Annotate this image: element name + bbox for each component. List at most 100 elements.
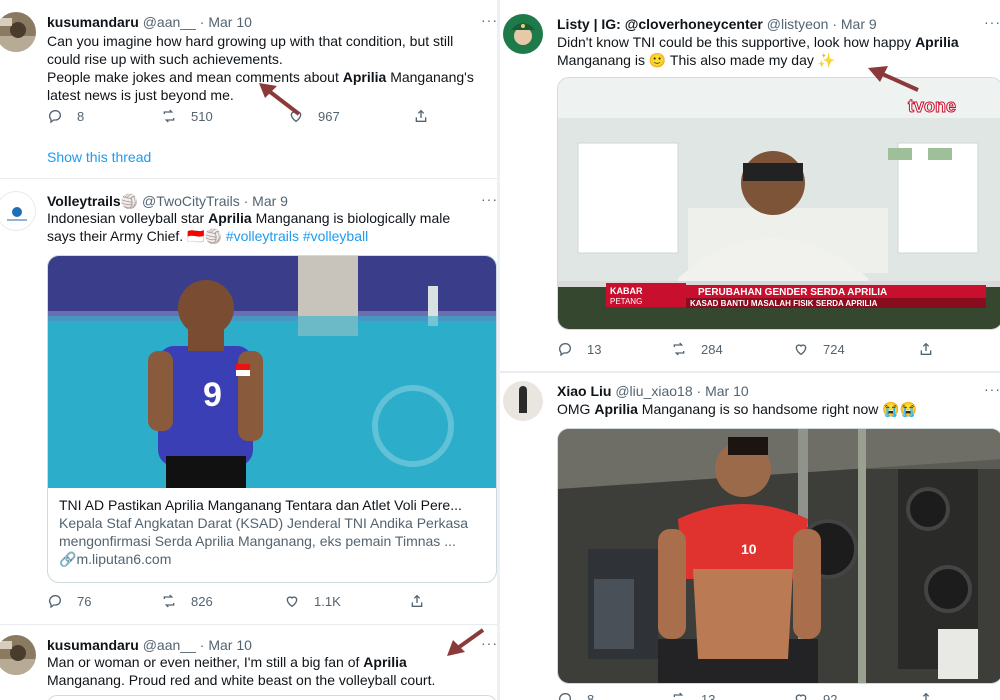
author-name[interactable]: kusumandaru [47, 637, 139, 653]
reply-icon [49, 595, 61, 609]
tweet-date[interactable]: Mar 10 [208, 637, 252, 653]
tweet-actions: 8 13 92 [557, 691, 948, 700]
tweet-text: Indonesian volleyball star Aprilia Manga… [47, 209, 497, 245]
tweet-actions: 76 826 1.1K [47, 593, 439, 609]
banner-brand: PETANG [610, 297, 642, 306]
retweet-button[interactable]: 284 [671, 341, 793, 357]
tweet-kusumandaru-1[interactable]: kusumandaru @aan__ · Mar 10 ··· Can you … [0, 0, 497, 180]
tweet-date[interactable]: Mar 9 [841, 16, 877, 32]
tweet-header: kusumandaru @aan__ · Mar 10 [47, 13, 252, 31]
heart-icon [795, 344, 807, 356]
retweet-button[interactable]: 826 [161, 593, 284, 609]
tweet-text-line: Manganang. Proud red and white beast on … [47, 672, 436, 688]
tweet-text: Didn't know TNI could be this supportive… [557, 33, 997, 69]
like-button[interactable]: 967 [288, 108, 413, 124]
tweet-actions: 13 284 724 [557, 341, 948, 357]
tvone-logo: tvone [908, 96, 956, 116]
show-thread-link[interactable]: Show this thread [47, 149, 151, 165]
more-options-icon[interactable]: ··· [984, 381, 1000, 397]
author-handle[interactable]: @aan__ [143, 637, 196, 653]
share-icon [922, 692, 930, 700]
reply-button[interactable]: 8 [557, 691, 671, 700]
retweet-count: 826 [191, 593, 213, 609]
tweet-image-media[interactable]: 10 [557, 428, 1000, 684]
tweet-video-media[interactable]: KABAR PETANG PERUBAHAN GENDER SERDA APRI… [557, 77, 1000, 330]
author-name[interactable]: kusumandaru [47, 14, 139, 30]
like-button[interactable]: 1.1K [284, 593, 409, 609]
tweet-text-line: says their Army Chief. 🇮🇩🏐 #volleytrails… [47, 228, 369, 244]
banner-headline: PERUBAHAN GENDER SERDA APRILIA [698, 287, 887, 298]
tweet-header: Listy | IG: @cloverhoneycenter @listyeon… [557, 15, 877, 33]
left-timeline-column: kusumandaru @aan__ · Mar 10 ··· Can you … [0, 0, 497, 700]
next-card-edge [47, 695, 497, 700]
share-icon [411, 594, 423, 607]
retweet-count: 284 [701, 341, 723, 357]
tweet-volleytrails[interactable]: Volleytrails🏐 @TwoCityTrails · Mar 9 ···… [0, 179, 497, 624]
share-icon [415, 109, 427, 122]
separator-dot: · [832, 16, 837, 32]
avatar[interactable] [0, 12, 36, 52]
tweet-actions: 8 510 967 [47, 108, 443, 124]
jersey-number: 9 [203, 376, 222, 414]
right-timeline-column: Listy | IG: @cloverhoneycenter @listyeon… [497, 0, 1000, 700]
like-button[interactable]: 724 [793, 341, 918, 357]
author-handle[interactable]: @listyeon [767, 16, 829, 32]
like-count: 967 [318, 108, 340, 124]
tweet-text-line: Indonesian volleyball star Aprilia Manga… [47, 210, 451, 226]
author-handle[interactable]: @TwoCityTrails [142, 193, 240, 209]
tweet-kusumandaru-2[interactable]: kusumandaru @aan__ · Mar 10 ··· Man or w… [0, 625, 497, 700]
more-options-icon[interactable]: ··· [481, 191, 497, 207]
author-name[interactable]: Listy | IG: @cloverhoneycenter [557, 16, 763, 32]
reply-icon [559, 693, 571, 700]
tweet-text: OMG Aprilia Manganang is so handsome rig… [557, 400, 997, 418]
smile-emoji: 🙂 [648, 52, 667, 68]
retweet-icon [163, 594, 175, 608]
share-button[interactable] [918, 691, 948, 700]
reply-button[interactable]: 13 [557, 341, 671, 357]
tv-news-screenshot: KABAR PETANG PERUBAHAN GENDER SERDA APRI… [558, 78, 1000, 329]
author-name[interactable]: Xiao Liu [557, 383, 611, 399]
tweet-header: Xiao Liu @liu_xiao18 · Mar 10 [557, 382, 749, 400]
tweet-date[interactable]: Mar 10 [705, 383, 749, 399]
heart-icon [795, 694, 807, 700]
avatar[interactable] [0, 635, 36, 675]
tweet-date[interactable]: Mar 10 [208, 14, 252, 30]
separator-dot: · [243, 193, 249, 209]
share-button[interactable] [413, 108, 443, 124]
tweet-date[interactable]: Mar 9 [252, 193, 288, 209]
like-count: 92 [823, 691, 838, 700]
retweet-button[interactable]: 13 [671, 691, 793, 700]
reply-count: 13 [587, 341, 602, 357]
author-name[interactable]: Volleytrails [47, 193, 121, 209]
annotation-arrow [868, 66, 919, 92]
link-icon: 🔗 [59, 551, 77, 567]
card-description: mengonfirmasi Serda Aprilia Manganang, e… [59, 533, 456, 549]
like-count: 1.1K [314, 593, 341, 609]
separator-dot: · [199, 637, 205, 653]
more-options-icon[interactable]: ··· [481, 12, 497, 28]
tweet-text-line: Manganang is 🙂 This also made my day ✨ [557, 52, 836, 68]
annotation-arrow [447, 628, 485, 656]
avatar[interactable] [503, 14, 543, 54]
tweet-header: kusumandaru @aan__ · Mar 10 [47, 636, 252, 654]
hashtag-link[interactable]: #volleytrails [226, 228, 299, 244]
share-icon [920, 342, 932, 355]
reply-button[interactable]: 76 [47, 593, 161, 609]
tweet-xiao-liu[interactable]: Xiao Liu @liu_xiao18 · Mar 10 ··· OMG Ap… [500, 373, 1000, 700]
share-button[interactable] [409, 593, 439, 609]
like-button[interactable]: 92 [793, 691, 918, 700]
avatar[interactable] [0, 191, 36, 231]
card-description: Kepala Staf Angkatan Darat (KSAD) Jender… [59, 515, 469, 531]
avatar[interactable] [503, 381, 543, 421]
reply-button[interactable]: 8 [47, 108, 161, 124]
author-handle[interactable]: @aan__ [143, 14, 196, 30]
author-handle[interactable]: @liu_xiao18 [615, 383, 692, 399]
separator-dot: · [696, 383, 702, 399]
annotation-arrow [259, 83, 301, 116]
gym-photo: 10 [558, 429, 1000, 683]
tweet-listy[interactable]: Listy | IG: @cloverhoneycenter @listyeon… [500, 0, 1000, 372]
share-button[interactable] [918, 341, 948, 357]
hashtag-link[interactable]: #volleyball [303, 228, 368, 244]
link-preview-card[interactable]: 9 TNI AD Pastikan Aprilia Manganang Tent… [47, 255, 497, 583]
more-options-icon[interactable]: ··· [984, 14, 1000, 30]
